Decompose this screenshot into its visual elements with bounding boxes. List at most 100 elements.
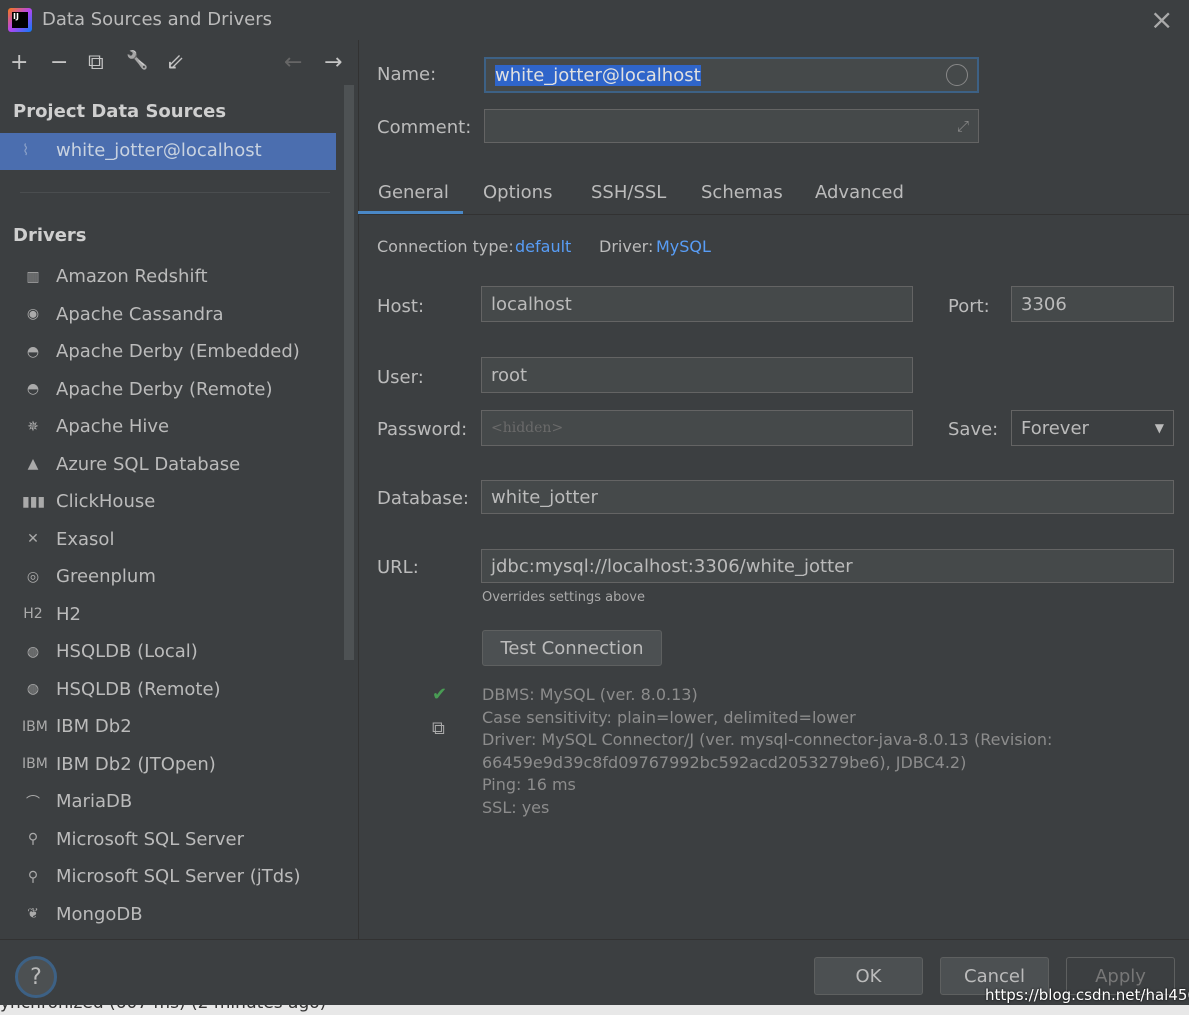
connection-type-label: Connection type: (377, 237, 514, 256)
result-line: SSL: yes (482, 797, 550, 817)
driver-icon: ✕ (27, 531, 39, 547)
driver-icon: ◓ (26, 343, 40, 360)
result-line: DBMS: MySQL (ver. 8.0.13) (482, 685, 698, 704)
mysql-dolphin-icon: ⌇ (22, 141, 30, 159)
tab-options[interactable]: Options (483, 170, 552, 214)
tab-advanced[interactable]: Advanced (815, 170, 904, 214)
driver-label: ClickHouse (56, 491, 156, 512)
connection-type-link[interactable]: default (515, 237, 571, 256)
expand-icon[interactable]: ⤢ (957, 117, 969, 135)
result-line: Case sensitivity: plain=lower, delimited… (482, 707, 856, 727)
driver-label: Driver: (599, 237, 654, 256)
driver-label: Apache Derby (Remote) (56, 378, 273, 400)
driver-item[interactable]: ◍ HSQLDB (Local) (22, 633, 198, 670)
driver-icon: ◎ (26, 568, 40, 585)
import-icon[interactable]: ⇙ (166, 50, 184, 75)
driver-item[interactable]: IBM IBM Db2 (22, 708, 132, 745)
host-label: Host: (377, 296, 425, 317)
driver-item[interactable]: ✕ Exasol (22, 521, 114, 558)
datasource-label: white_jotter@localhost (56, 140, 262, 161)
driver-item[interactable]: H2 H2 (22, 596, 81, 633)
intellij-logo-icon: IJ (8, 8, 32, 32)
add-icon[interactable]: + (10, 50, 28, 75)
driver-item[interactable]: ❦ MongoDB (22, 896, 143, 933)
driver-item[interactable]: ⌒ MariaDB (22, 783, 132, 820)
driver-item[interactable]: ◎ Greenplum (22, 558, 156, 595)
result-line: 66459e9d39c8fd09767992bc592acd2053279be6… (482, 752, 967, 772)
title-bar: IJ Data Sources and Drivers × (0, 0, 1189, 40)
datasource-item[interactable]: ⌇ white_jotter@localhost (0, 133, 336, 170)
result-line: Ping: 16 ms (482, 775, 576, 794)
close-icon[interactable]: × (1150, 3, 1173, 36)
drivers-header: Drivers (13, 225, 87, 246)
status-strip: ynchronized (607 ms) (2 minutes ago) (0, 1005, 1189, 1015)
driver-label: HSQLDB (Remote) (56, 678, 221, 700)
comment-label: Comment: (377, 117, 472, 138)
tab-general[interactable]: General (378, 170, 449, 214)
driver-link[interactable]: MySQL (656, 237, 711, 256)
copy-result-icon[interactable]: ⧉ (432, 718, 445, 739)
driver-item[interactable]: ⚲ Microsoft SQL Server (22, 821, 244, 858)
driver-label: H2 (56, 603, 81, 625)
copy-icon[interactable]: ⧉ (88, 50, 104, 75)
driver-icon: ▥ (26, 268, 40, 285)
password-label: Password: (377, 419, 468, 440)
name-label: Name: (377, 64, 437, 85)
driver-label: Amazon Redshift (56, 266, 208, 287)
driver-label: Apache Cassandra (56, 303, 224, 325)
driver-label: Microsoft SQL Server (jTds) (56, 866, 301, 887)
connection-result: DBMS: MySQL (ver. 8.0.13) Case sensitivit… (482, 684, 1052, 819)
password-input[interactable]: <hidden> (481, 410, 913, 446)
driver-icon: ◍ (26, 681, 40, 697)
database-input[interactable]: white_jotter (481, 480, 1174, 514)
test-connection-button[interactable]: Test Connection (482, 630, 662, 666)
chevron-down-icon: ▼ (1154, 421, 1164, 435)
port-input[interactable]: 3306 (1011, 286, 1174, 322)
driver-label: HSQLDB (Local) (56, 641, 198, 662)
comment-input[interactable]: ⤢ (484, 109, 979, 143)
database-label: Database: (377, 488, 469, 509)
user-input[interactable]: root (481, 357, 913, 393)
driver-item[interactable]: ▥ Amazon Redshift (22, 258, 208, 295)
save-dropdown[interactable]: Forever ▼ (1011, 410, 1174, 446)
tab-schemas[interactable]: Schemas (701, 170, 783, 214)
driver-label: Azure SQL Database (56, 453, 241, 475)
tab-sshssl[interactable]: SSH/SSL (591, 170, 666, 214)
back-arrow-icon[interactable]: ← (284, 50, 302, 75)
project-data-sources-header: Project Data Sources (13, 101, 227, 122)
name-value: white_jotter@localhost (495, 64, 701, 86)
driver-label: IBM Db2 (56, 716, 132, 737)
host-input[interactable]: localhost (481, 286, 913, 322)
divider (20, 192, 330, 193)
driver-label: MariaDB (56, 791, 133, 812)
driver-item[interactable]: ✵ Apache Hive (22, 408, 169, 445)
driver-item[interactable]: ▮▮▮ ClickHouse (22, 483, 155, 520)
driver-item[interactable]: ◓ Apache Derby (Remote) (22, 371, 273, 408)
url-input[interactable]: jdbc:mysql://localhost:3306/white_jotter (481, 549, 1174, 583)
driver-label: Apache Hive (56, 416, 170, 437)
driver-icon: ⚲ (27, 831, 39, 847)
driver-icon: ⌒ (26, 794, 40, 811)
driver-item[interactable]: ◍ HSQLDB (Remote) (22, 671, 221, 708)
driver-icon: ◍ (26, 643, 40, 660)
name-input[interactable]: white_jotter@localhost (484, 57, 979, 93)
driver-icon: ✵ (27, 418, 39, 435)
driver-item[interactable]: ⚲ Microsoft SQL Server (jTds) (22, 858, 301, 895)
ok-button[interactable]: OK (814, 957, 923, 995)
driver-item[interactable]: IBM IBM Db2 (JTOpen) (22, 746, 216, 783)
driver-item[interactable]: ◉ Apache Cassandra (22, 296, 224, 333)
driver-label: MongoDB (56, 903, 143, 925)
driver-icon: H2 (23, 606, 43, 622)
remove-icon[interactable]: − (50, 50, 68, 75)
driver-icon: ▲ (27, 456, 39, 472)
driver-item[interactable]: ▲ Azure SQL Database (22, 446, 241, 483)
driver-item[interactable]: ◓ Apache Derby (Embedded) (22, 333, 300, 370)
wrench-icon[interactable]: 🔧 (126, 50, 148, 71)
forward-arrow-icon[interactable]: → (324, 50, 342, 75)
port-label: Port: (948, 296, 990, 317)
help-button[interactable]: ? (15, 956, 57, 998)
driver-icon: IBM (22, 718, 48, 735)
save-label: Save: (948, 419, 999, 440)
driver-label: Apache Derby (Embedded) (56, 341, 300, 362)
sidebar-scrollbar[interactable] (344, 85, 354, 660)
